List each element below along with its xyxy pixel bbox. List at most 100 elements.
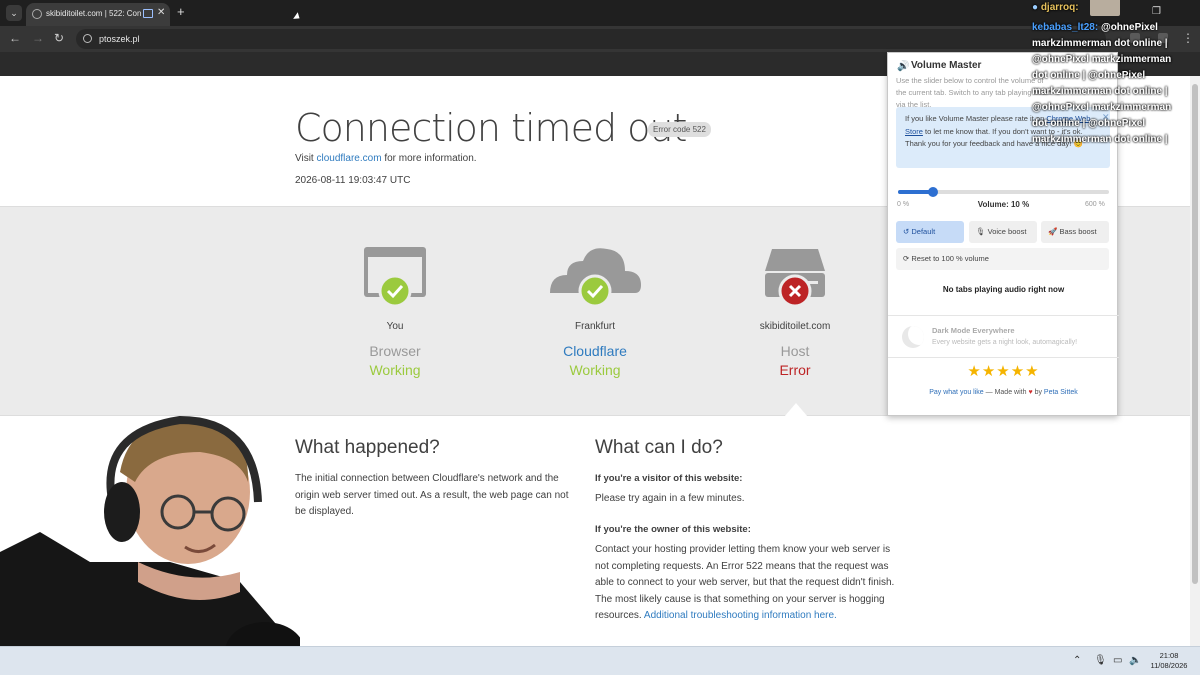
browser-icon bbox=[364, 247, 426, 305]
undo-icon: ↺ bbox=[903, 227, 910, 236]
page-scrollbar[interactable] bbox=[1190, 76, 1200, 646]
node-status: Working bbox=[569, 362, 621, 378]
what-can-i-do-title: What can I do? bbox=[595, 437, 723, 458]
node-browser: You Browser Working bbox=[310, 207, 480, 417]
heart-icon: ♥ bbox=[1028, 389, 1033, 396]
volume-slider-handle[interactable] bbox=[928, 187, 939, 197]
chat-text: dot online | @ohnePixel bbox=[1032, 70, 1146, 81]
chat-text: @ohnePixel markzimmerman bbox=[1032, 54, 1172, 65]
stream-chat-overlay: ● djarroq: kebabas_lt28: @ohnePixel mark… bbox=[1032, 0, 1200, 150]
cloudflare-link[interactable]: cloudflare.com bbox=[317, 153, 382, 164]
chat-text: markzimmerman dot online | bbox=[1032, 86, 1168, 97]
tab-title: skibiditoilet.com | 522: Conn bbox=[46, 9, 142, 18]
node-label: Host bbox=[780, 343, 810, 359]
node-label[interactable]: Cloudflare bbox=[510, 343, 680, 359]
node-location: Frankfurt bbox=[574, 321, 615, 332]
voice-boost-button[interactable]: 🎙 Voice boost bbox=[969, 221, 1037, 243]
node-location: You bbox=[386, 321, 404, 332]
address-bar[interactable]: ptoszek.pl bbox=[76, 29, 1106, 49]
popup-footer: Pay what you like — Made with ♥ by Peta … bbox=[888, 389, 1119, 396]
network-icon[interactable]: ▭ bbox=[1113, 655, 1122, 666]
scrollbar-thumb[interactable] bbox=[1192, 84, 1198, 584]
author-link[interactable]: Peta Sittek bbox=[1044, 389, 1078, 396]
chat-username: kebabas_lt28: bbox=[1032, 22, 1099, 33]
chat-text: @ohnePixel markzimmerman bbox=[1032, 102, 1172, 113]
node-location: skibiditoilet.com bbox=[759, 321, 831, 332]
clock-time: 21:08 bbox=[1159, 651, 1179, 660]
server-icon bbox=[765, 249, 825, 305]
tab-search-button[interactable]: ⌄ bbox=[6, 5, 22, 21]
timestamp: 2026-08-11 19:03:47 UTC bbox=[295, 175, 411, 186]
tab-audio-icon[interactable] bbox=[143, 9, 153, 18]
page-title: Connection timed out bbox=[295, 106, 687, 150]
webcam-overlay bbox=[0, 415, 300, 675]
visit-suffix: for more information. bbox=[384, 153, 477, 164]
new-tab-button[interactable]: + bbox=[177, 4, 185, 19]
dark-mode-promo-title[interactable]: Dark Mode Everywhere bbox=[932, 326, 1015, 335]
chat-text: @ohnePixel bbox=[1100, 22, 1158, 33]
by-text: by bbox=[1034, 389, 1042, 396]
divider bbox=[888, 315, 1119, 316]
reset-label: Reset to 100 % volume bbox=[911, 254, 989, 263]
pay-what-you-like-link[interactable]: Pay what you like bbox=[929, 389, 983, 396]
node-status: Working bbox=[369, 362, 421, 378]
visit-line: Visit cloudflare.com for more informatio… bbox=[295, 153, 477, 164]
back-icon[interactable]: ← bbox=[9, 31, 21, 45]
browser-toolbar: ← → ↻ ptoszek.pl ⋮ bbox=[0, 26, 1200, 52]
slider-max-label: 600 % bbox=[1085, 201, 1105, 208]
node-host: skibiditoilet.com Host Error bbox=[710, 207, 880, 417]
chat-text: dot online | @ohnePixel bbox=[1032, 118, 1146, 129]
node-label: Browser bbox=[369, 343, 421, 359]
chat-username: djarroq: bbox=[1040, 2, 1079, 13]
no-audio-message: No tabs playing audio right now bbox=[942, 285, 1065, 294]
chat-message: ● djarroq: bbox=[1032, 2, 1079, 13]
rating-stars[interactable]: ★★★★★ bbox=[888, 362, 1119, 380]
chat-badge-icon: ● bbox=[1032, 2, 1039, 13]
taskbar: ⌃ 🎙 ▭ 🔈 21:08 11/08/2026 bbox=[0, 646, 1200, 675]
owner-text-block: Contact your hosting provider letting th… bbox=[595, 542, 897, 625]
what-happened-title: What happened? bbox=[295, 437, 440, 458]
default-preset-button[interactable]: ↺ Default bbox=[896, 221, 964, 243]
address-text: ptoszek.pl bbox=[99, 34, 140, 44]
error-code-badge: Error code 522 bbox=[648, 122, 711, 137]
node-status: Error bbox=[779, 362, 811, 378]
reload-icon[interactable]: ↻ bbox=[54, 31, 64, 45]
reset-volume-button[interactable]: ⟳ Reset to 100 % volume bbox=[896, 248, 1109, 270]
troubleshooting-link[interactable]: Additional troubleshooting information h… bbox=[644, 610, 837, 621]
chat-message: kebabas_lt28: @ohnePixel bbox=[1032, 22, 1158, 33]
speaker-icon: 🔊 bbox=[897, 61, 910, 72]
chat-text: markzimmerman dot online | bbox=[1032, 134, 1168, 145]
bass-boost-button[interactable]: 🚀 Bass boost bbox=[1041, 221, 1109, 243]
active-tab[interactable]: skibiditoilet.com | 522: Conn ✕ bbox=[26, 3, 170, 26]
dark-mode-promo-subtitle: Every website gets a night look, automag… bbox=[932, 339, 1078, 346]
microphone-icon: 🎙 bbox=[976, 227, 986, 236]
refresh-icon: ⟳ bbox=[903, 254, 910, 263]
made-with-text: — Made with bbox=[985, 389, 1027, 396]
system-clock[interactable]: 21:08 11/08/2026 bbox=[1144, 651, 1194, 671]
node-cloudflare: Frankfurt Cloudflare Working bbox=[510, 207, 680, 417]
globe-icon bbox=[32, 9, 42, 19]
bass-boost-label: Bass boost bbox=[1059, 227, 1097, 236]
error-pointer bbox=[784, 403, 808, 417]
tab-close-icon[interactable]: ✕ bbox=[157, 7, 165, 18]
what-happened-text: The initial connection between Cloudflar… bbox=[295, 473, 569, 517]
rate-text: If you like Volume Master please rate it… bbox=[905, 114, 1045, 123]
chevron-up-icon[interactable]: ⌃ bbox=[1073, 655, 1081, 666]
volume-slider[interactable] bbox=[898, 187, 1109, 197]
rocket-icon: 🚀 bbox=[1048, 227, 1058, 236]
forward-icon[interactable]: → bbox=[32, 31, 44, 45]
chat-emote bbox=[1090, 0, 1120, 16]
cloud-icon bbox=[550, 248, 641, 305]
visitor-heading: If you're a visitor of this website: bbox=[595, 473, 743, 484]
tab-strip: ⌄ skibiditoilet.com | 522: Conn ✕ + — ❐ bbox=[0, 0, 1200, 26]
chat-text: markzimmerman dot online | bbox=[1032, 38, 1168, 49]
moon-icon bbox=[902, 326, 924, 348]
owner-heading: If you're the owner of this website: bbox=[595, 524, 751, 535]
site-info-icon[interactable] bbox=[83, 34, 92, 43]
volume-icon[interactable]: 🔈 bbox=[1129, 655, 1141, 666]
visit-prefix: Visit bbox=[295, 153, 314, 164]
divider bbox=[888, 357, 1119, 358]
microphone-icon[interactable]: 🎙 bbox=[1094, 655, 1107, 666]
visitor-text: Please try again in a few minutes. bbox=[595, 493, 745, 504]
popup-title: Volume Master bbox=[911, 60, 982, 71]
